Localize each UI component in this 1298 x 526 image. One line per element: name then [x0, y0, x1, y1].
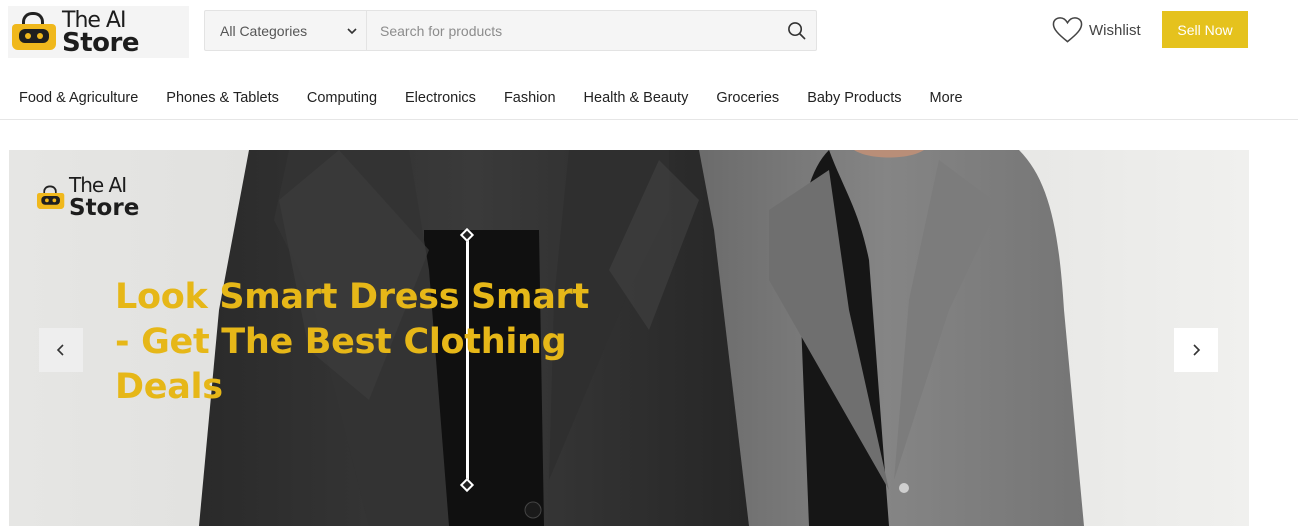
search-button[interactable] [776, 11, 816, 50]
category-select[interactable]: All Categories [205, 11, 367, 50]
nav-item-health-beauty[interactable]: Health & Beauty [584, 90, 689, 106]
chevron-right-icon [1193, 344, 1201, 356]
slider-prev-button[interactable] [39, 328, 83, 372]
category-nav: Food & Agriculture Phones & Tablets Comp… [0, 76, 1298, 120]
store-logo[interactable]: The AI Store [8, 6, 189, 58]
sell-now-button[interactable]: Sell Now [1162, 11, 1248, 48]
nav-item-more[interactable]: More [930, 90, 963, 106]
slider-next-button[interactable] [1174, 328, 1218, 372]
nav-item-electronics[interactable]: Electronics [405, 90, 476, 106]
nav-item-food-agriculture[interactable]: Food & Agriculture [19, 90, 138, 106]
nav-item-fashion[interactable]: Fashion [504, 90, 556, 106]
shopping-bag-robot-icon [12, 12, 56, 52]
logo-line2: Store [62, 28, 139, 58]
hero-logo-line1: The AI [69, 173, 127, 197]
chevron-left-icon [56, 344, 64, 356]
wishlist-link[interactable]: Wishlist [1052, 14, 1141, 46]
hero-slider: The AI Store Look Smart Dress Smart - Ge… [9, 150, 1249, 526]
hero-headline: Look Smart Dress Smart - Get The Best Cl… [115, 277, 589, 407]
shopping-bag-robot-icon [37, 185, 65, 211]
search-input[interactable] [367, 11, 776, 50]
chevron-down-icon [347, 27, 357, 34]
search-bar: All Categories [204, 10, 817, 51]
heart-icon [1052, 17, 1083, 43]
category-select-value: All Categories [220, 22, 308, 39]
nav-item-groceries[interactable]: Groceries [716, 90, 779, 106]
logo-wordmark: The AI Store [62, 10, 139, 58]
nav-item-baby-products[interactable]: Baby Products [807, 90, 901, 106]
search-icon [787, 22, 805, 40]
wishlist-label: Wishlist [1089, 21, 1141, 39]
hero-logo-line2: Store [69, 195, 140, 221]
hero-logo: The AI Store [37, 174, 139, 220]
nav-item-phones-tablets[interactable]: Phones & Tablets [166, 90, 279, 106]
nav-item-computing[interactable]: Computing [307, 90, 377, 106]
